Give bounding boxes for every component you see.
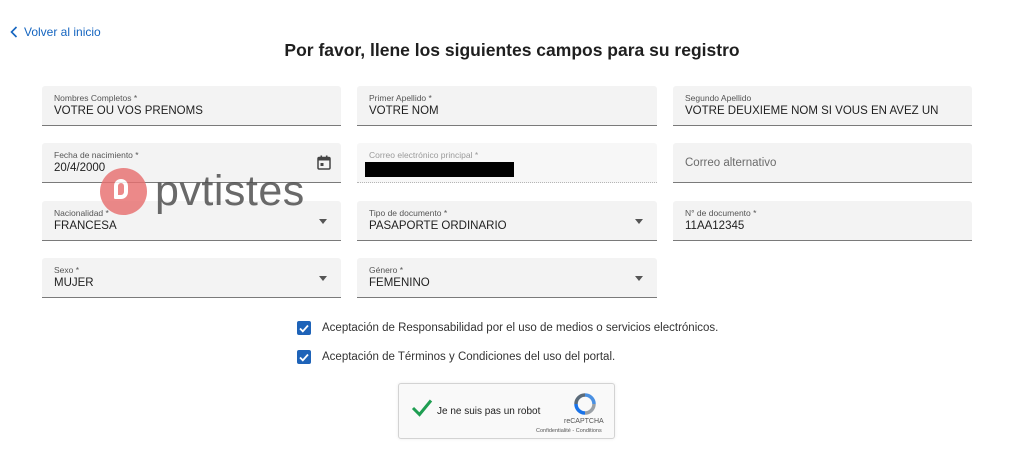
responsabilidad-checkbox[interactable] [297, 321, 311, 335]
recaptcha-logo-icon [574, 393, 596, 415]
fecha-nacimiento-field[interactable]: Fecha de nacimiento * 20/4/2000 [42, 143, 341, 183]
nombres-label: Nombres Completos * [54, 93, 138, 103]
fecha-nacimiento-value: 20/4/2000 [54, 162, 106, 174]
dropdown-arrow-icon [635, 276, 643, 281]
correo-alternativo-field[interactable]: Correo alternativo [673, 143, 972, 183]
responsabilidad-checkbox-row[interactable]: Aceptación de Responsabilidad por el uso… [297, 321, 718, 335]
dropdown-arrow-icon [319, 276, 327, 281]
numero-documento-value: 11AA12345 [685, 220, 745, 232]
segundo-apellido-value: VOTRE DEUXIEME NOM SI VOUS EN AVEZ UN [685, 105, 939, 117]
nombres-field[interactable]: Nombres Completos * VOTRE OU VOS PRENOMS [42, 86, 341, 126]
back-link[interactable]: Volver al inicio [10, 25, 101, 39]
numero-documento-field[interactable]: N° de documento * 11AA12345 [673, 201, 972, 241]
back-link-label: Volver al inicio [24, 25, 101, 39]
correo-alternativo-placeholder: Correo alternativo [685, 157, 777, 169]
checkmark-icon [299, 324, 309, 333]
checkmark-icon [299, 353, 309, 362]
segundo-apellido-label: Segundo Apellido [685, 93, 752, 103]
nacionalidad-value: FRANCESA [54, 220, 117, 232]
primer-apellido-label: Primer Apellido * [369, 93, 432, 103]
recaptcha-links[interactable]: Confidentialité - Conditions [536, 428, 602, 434]
recaptcha-widget[interactable]: Je ne suis pas un robot reCAPTCHA Confid… [398, 383, 615, 439]
terminos-checkbox-row[interactable]: Aceptación de Términos y Condiciones del… [297, 350, 615, 364]
primer-apellido-field[interactable]: Primer Apellido * VOTRE NOM [357, 86, 657, 126]
captcha-label: Je ne suis pas un robot [437, 406, 541, 417]
segundo-apellido-field[interactable]: Segundo Apellido VOTRE DEUXIEME NOM SI V… [673, 86, 972, 126]
genero-value: FEMENINO [369, 277, 430, 289]
genero-select[interactable]: Género * FEMENINO [357, 258, 657, 298]
terminos-checkbox-label: Aceptación de Términos y Condiciones del… [322, 351, 616, 363]
tipo-documento-value: PASAPORTE ORDINARIO [369, 220, 507, 232]
terminos-checkbox[interactable] [297, 350, 311, 364]
recaptcha-brand: reCAPTCHA [564, 418, 604, 425]
numero-documento-label: N° de documento * [685, 208, 757, 218]
captcha-checkmark-icon[interactable] [411, 398, 433, 418]
dropdown-arrow-icon [635, 219, 643, 224]
calendar-icon[interactable] [317, 155, 331, 170]
nacionalidad-select[interactable]: Nacionalidad * FRANCESA [42, 201, 341, 241]
genero-label: Género * [369, 265, 404, 275]
sexo-select[interactable]: Sexo * MUJER [42, 258, 341, 298]
redacted-email-block [365, 162, 514, 177]
fecha-nacimiento-label: Fecha de nacimiento * [54, 150, 139, 160]
dropdown-arrow-icon [319, 219, 327, 224]
tipo-documento-select[interactable]: Tipo de documento * PASAPORTE ORDINARIO [357, 201, 657, 241]
sexo-value: MUJER [54, 277, 94, 289]
correo-principal-label: Correo electrónico principal * [369, 150, 479, 160]
nacionalidad-label: Nacionalidad * [54, 208, 109, 218]
primer-apellido-value: VOTRE NOM [369, 105, 439, 117]
nombres-value: VOTRE OU VOS PRENOMS [54, 105, 203, 117]
sexo-label: Sexo * [54, 265, 80, 275]
chevron-left-icon [10, 26, 18, 38]
responsabilidad-checkbox-label: Aceptación de Responsabilidad por el uso… [322, 322, 719, 334]
page-title: Por favor, llene los siguientes campos p… [284, 40, 740, 60]
correo-principal-field: Correo electrónico principal * [357, 143, 657, 183]
tipo-documento-label: Tipo de documento * [369, 208, 448, 218]
